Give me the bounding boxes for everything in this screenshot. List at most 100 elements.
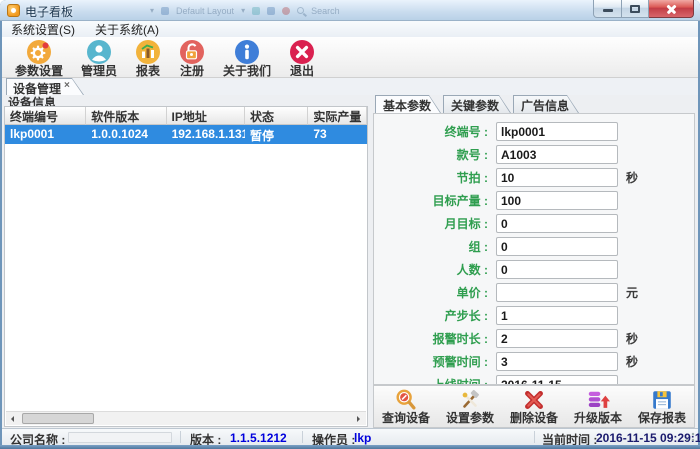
- form-row: 人数 :: [374, 258, 694, 281]
- save-floppy-icon: [650, 388, 674, 412]
- admin-button[interactable]: 管理员: [72, 38, 126, 79]
- tab-ad-info[interactable]: 广告信息: [513, 95, 579, 113]
- field-label: 组 :: [374, 238, 488, 255]
- column-header-output[interactable]: 实际产量: [308, 107, 367, 125]
- month-target-input[interactable]: [496, 214, 618, 233]
- step-input[interactable]: [496, 306, 618, 325]
- capture-overlay-ghost: ▾ Default Layout ▾ Search: [150, 3, 340, 18]
- report-button[interactable]: 报表: [126, 38, 170, 79]
- close-button[interactable]: [649, 0, 694, 18]
- menu-system-settings[interactable]: 系统设置(S): [8, 21, 78, 38]
- maximize-button[interactable]: [622, 0, 649, 18]
- column-header-status[interactable]: 状态: [245, 107, 308, 125]
- ghost-search-label: Search: [311, 6, 340, 16]
- scrollbar-thumb[interactable]: [22, 413, 94, 424]
- menubar: 系统设置(S) 关于系统(A): [2, 21, 698, 37]
- table-header-row: 终端编号 软件版本 IP地址 状态 实际产量: [5, 107, 367, 125]
- param-panel: 基本参数 关键参数 广告信息 终端号 : 款号 : 节拍 :: [373, 95, 696, 428]
- field-unit: 秒: [626, 169, 638, 186]
- toolbar-button-label: 参数设置: [15, 65, 63, 78]
- terminal-no-input[interactable]: [496, 122, 618, 141]
- maximize-icon: [630, 5, 640, 13]
- tab-device-management[interactable]: 设备管理 ×: [6, 78, 84, 95]
- record-dot-icon: [282, 7, 290, 15]
- action-button-label: 查询设备: [382, 412, 430, 425]
- menu-about-system[interactable]: 关于系统(A): [92, 21, 162, 38]
- search-icon: [394, 388, 418, 412]
- device-table: 终端编号 软件版本 IP地址 状态 实际产量 lkp0001 1.0.0.102…: [4, 106, 368, 427]
- field-label: 人数 :: [374, 261, 488, 278]
- people-count-input[interactable]: [496, 260, 618, 279]
- form-row: 款号 :: [374, 143, 694, 166]
- unlock-icon: [179, 39, 205, 65]
- delete-x-icon: [522, 388, 546, 412]
- online-time-input[interactable]: [496, 375, 618, 385]
- target-output-input[interactable]: [496, 191, 618, 210]
- device-panel: 设备信息 终端编号 软件版本 IP地址 状态 实际产量 lkp0001 1.0.…: [4, 95, 369, 428]
- app-icon: [7, 4, 20, 17]
- company-value-field: [68, 432, 172, 443]
- window-bottom-border: [0, 445, 700, 449]
- action-button-label: 删除设备: [510, 412, 558, 425]
- user-icon: [86, 39, 112, 65]
- ghost-app-icon: [161, 7, 169, 15]
- save-report-button[interactable]: 保存报表: [630, 388, 694, 425]
- tab-label: 基本参数: [383, 97, 431, 114]
- delete-device-button[interactable]: 删除设备: [502, 388, 566, 425]
- scroll-right-arrow[interactable]: [351, 412, 366, 425]
- exit-button[interactable]: 退出: [280, 38, 324, 79]
- field-label: 月目标 :: [374, 215, 488, 232]
- table-row[interactable]: lkp0001 1.0.0.1024 192.168.1.131 暂停 73: [5, 125, 367, 144]
- toolbar-button-label: 报表: [136, 65, 160, 78]
- about-us-button[interactable]: 关于我们: [214, 38, 280, 79]
- form-row: 月目标 :: [374, 212, 694, 235]
- column-header-terminal[interactable]: 终端编号: [5, 107, 86, 125]
- cell-ip: 192.168.1.131: [167, 125, 245, 144]
- resize-grip[interactable]: [685, 432, 695, 442]
- register-button[interactable]: 注册: [170, 38, 214, 79]
- gear-icon: [26, 39, 52, 65]
- prewarn-time-input[interactable]: [496, 352, 618, 371]
- app-window: 电子看板 ▾ Default Layout ▾ Search 系统设置(S) 关…: [0, 0, 700, 449]
- titlebar[interactable]: 电子看板 ▾ Default Layout ▾ Search: [0, 0, 700, 21]
- toolbar-button-label: 关于我们: [223, 65, 271, 78]
- field-label: 目标产量 :: [374, 192, 488, 209]
- toolbar: 参数设置 管理员 报表: [2, 37, 698, 78]
- column-header-version[interactable]: 软件版本: [86, 107, 166, 125]
- param-settings-button[interactable]: 参数设置: [6, 38, 72, 79]
- action-button-label: 保存报表: [638, 412, 686, 425]
- group-input[interactable]: [496, 237, 618, 256]
- version-value: 1.1.5.1212: [230, 431, 287, 445]
- ghost-tool-icon: [267, 7, 275, 15]
- statusbar: 公司名称 : 版本 : 1.1.5.1212 操作员 : lkp 当前时间 : …: [2, 428, 698, 445]
- query-device-button[interactable]: 查询设备: [374, 388, 438, 425]
- ghost-layout-label: Default Layout: [176, 6, 234, 16]
- basic-params-form: 终端号 : 款号 : 节拍 : 秒 目标产量 : 月目标 :: [373, 113, 695, 385]
- tab-basic-params[interactable]: 基本参数: [375, 95, 441, 113]
- chart-icon: [135, 39, 161, 65]
- upgrade-icon: [586, 388, 610, 412]
- window-controls: [593, 0, 694, 18]
- set-params-button[interactable]: 设置参数: [438, 388, 502, 425]
- tools-icon: [458, 388, 482, 412]
- toolbar-button-label: 管理员: [81, 65, 117, 78]
- form-row: 报警时长 : 秒: [374, 327, 694, 350]
- unit-price-input[interactable]: [496, 283, 618, 302]
- upgrade-version-button[interactable]: 升级版本: [566, 388, 630, 425]
- toolbar-button-label: 退出: [290, 65, 314, 78]
- minimize-button[interactable]: [593, 0, 622, 18]
- tab-key-params[interactable]: 关键参数: [443, 95, 511, 113]
- scroll-left-arrow[interactable]: [6, 412, 21, 425]
- tab-close-icon[interactable]: ×: [64, 80, 70, 91]
- alarm-duration-input[interactable]: [496, 329, 618, 348]
- style-no-input[interactable]: [496, 145, 618, 164]
- field-unit: 秒: [626, 353, 638, 370]
- document-tabstrip: 设备管理 ×: [2, 78, 698, 95]
- operator-value: lkp: [354, 431, 371, 445]
- field-label: 款号 :: [374, 146, 488, 163]
- horizontal-scrollbar[interactable]: [6, 411, 366, 425]
- takt-input[interactable]: [496, 168, 618, 187]
- column-header-ip[interactable]: IP地址: [167, 107, 245, 125]
- window-title: 电子看板: [25, 3, 73, 20]
- form-row: 产步长 :: [374, 304, 694, 327]
